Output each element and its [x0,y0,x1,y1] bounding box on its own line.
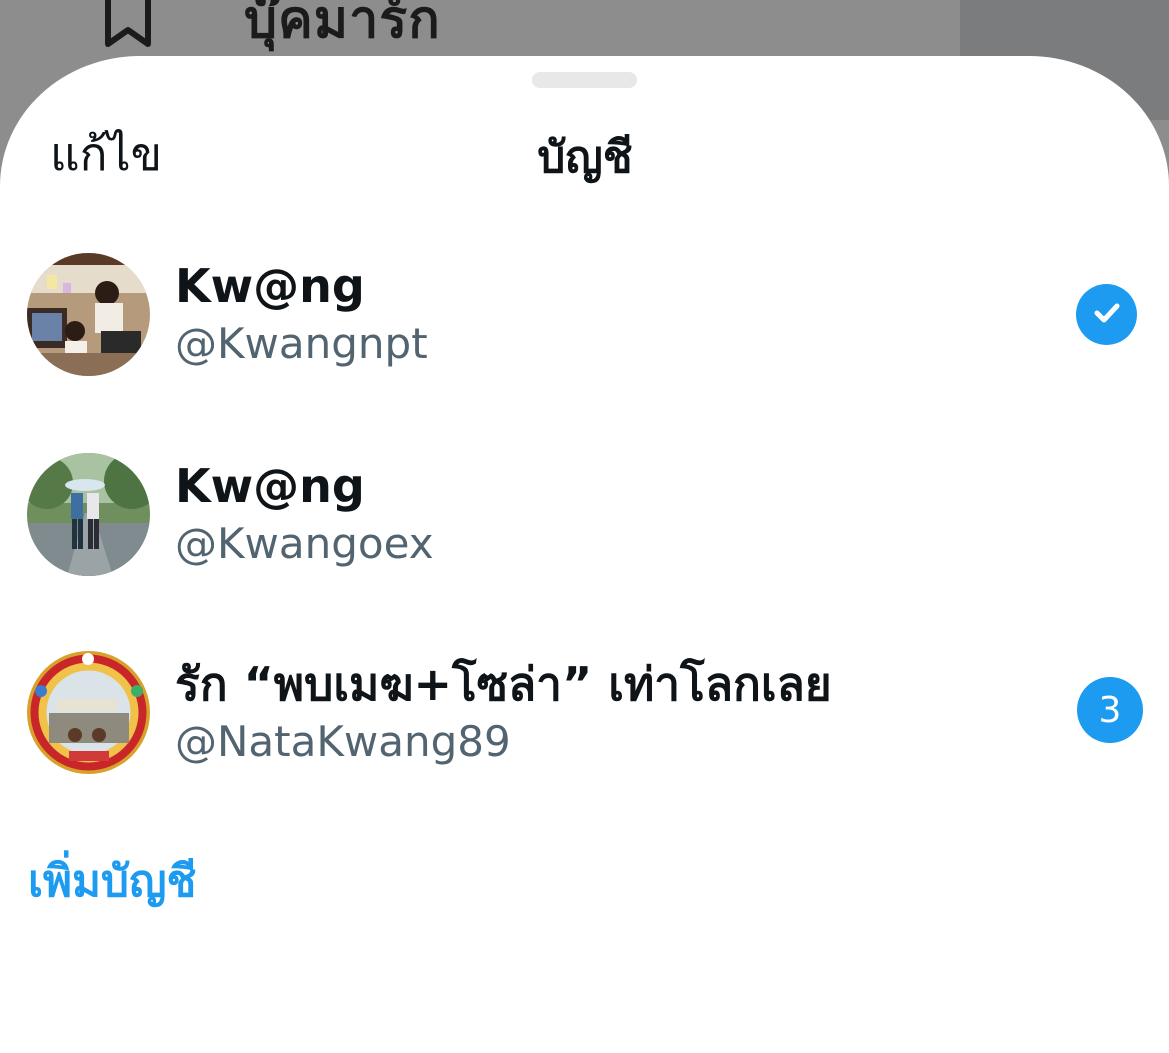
account-display-name: Kw@ng [175,459,365,513]
checkmark-icon [1092,298,1122,332]
avatar [27,453,150,576]
account-row-kwangoex[interactable]: Kw@ng @Kwangoex [0,435,1169,585]
account-row-kwangnpt[interactable]: Kw@ng @Kwangnpt [0,235,1169,385]
account-display-name: Kw@ng [175,259,365,313]
bookmark-icon [100,0,156,48]
background-menu-item-bookmarks: บุ๊คมาร์ก [100,0,441,58]
avatar [27,651,150,774]
sheet-title: บัญชี [537,132,633,183]
accounts-bottom-sheet: แก้ไข บัญชี Kw@ng @Kwangnpt Kw@ng @Kwang… [0,56,1169,1053]
account-handle: @Kwangnpt [175,319,428,368]
account-row-natakwang89[interactable]: รัก “พบเมฆ+โซล่า” เท่าโลกเลย @NataKwang8… [0,633,1169,783]
account-handle: @NataKwang89 [175,717,511,766]
unread-count-badge: 3 [1077,677,1143,743]
sheet-grabber[interactable] [532,72,637,88]
avatar [27,253,150,376]
edit-button[interactable]: แก้ไข [50,118,162,191]
selected-check-badge [1076,284,1137,345]
account-display-name: รัก “พบเมฆ+โซล่า” เท่าโลกเลย [175,657,832,711]
account-handle: @Kwangoex [175,519,434,568]
background-menu-label: บุ๊คมาร์ก [244,0,441,50]
add-account-button[interactable]: เพิ่มบัญชี [28,846,196,916]
